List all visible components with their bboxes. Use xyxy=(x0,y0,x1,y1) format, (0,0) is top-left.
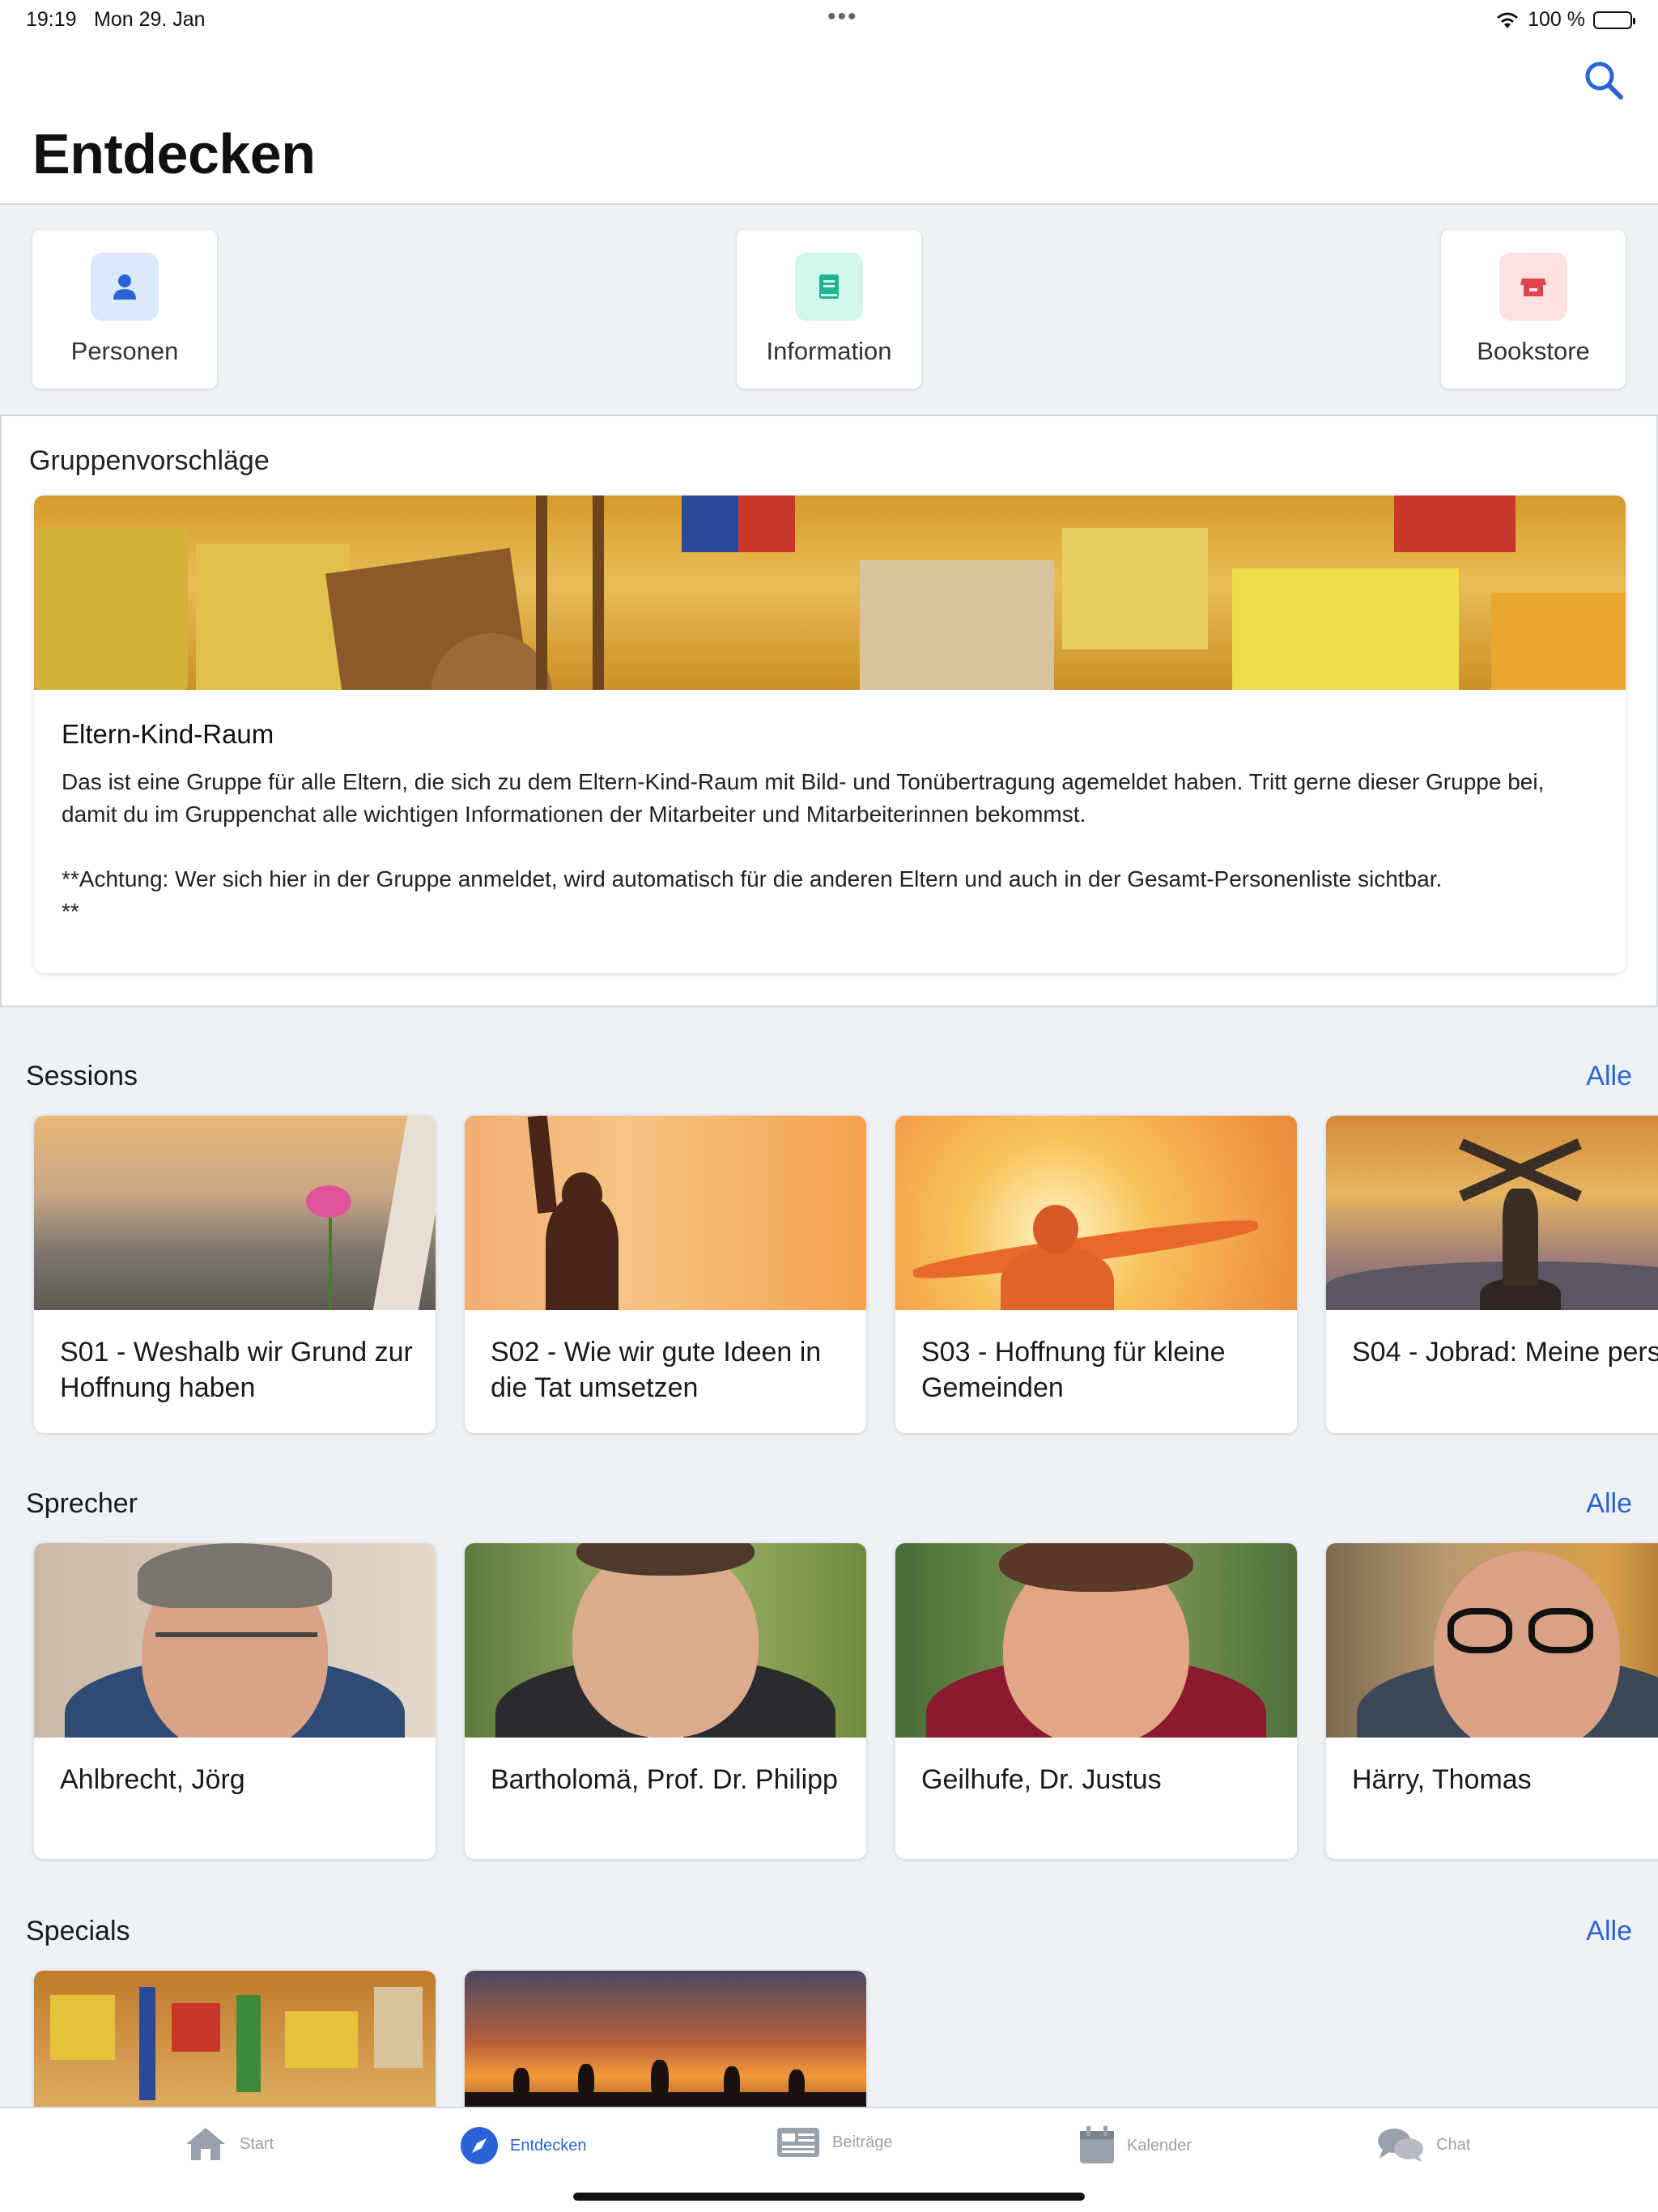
session-card[interactable]: S02 - Wie wir gute Ideen in die Tat umse… xyxy=(465,1116,866,1433)
speaker-card[interactable]: Bartholomä, Prof. Dr. Philipp xyxy=(465,1543,866,1859)
chat-bubbles-icon xyxy=(1378,2129,1423,2162)
tab-label: Kalender xyxy=(1127,2136,1192,2155)
wifi-icon xyxy=(1497,12,1519,28)
home-indicator[interactable] xyxy=(573,2193,1085,2201)
battery-percentage: 100 % xyxy=(1528,8,1585,31)
speaker-name: Ahlbrecht, Jörg xyxy=(60,1764,245,1795)
sessions-heading: Sessions xyxy=(26,1061,138,1091)
status-date: Mon 29. Jan xyxy=(94,8,206,31)
group-card[interactable]: Eltern-Kind-Raum Das ist eine Gruppe für… xyxy=(34,496,1626,973)
speaker-card[interactable]: Ahlbrecht, Jörg xyxy=(34,1543,436,1859)
compass-icon xyxy=(461,2127,498,2164)
section-heading: Gruppenvorschläge xyxy=(29,445,270,476)
tile-bookstore[interactable]: Bookstore xyxy=(1441,230,1626,389)
session-card[interactable]: S04 - Jobrad: Meine persönliche Hoffnung… xyxy=(1326,1116,1658,1433)
tab-entdecken[interactable]: Entdecken xyxy=(460,2126,587,2165)
speaker-card[interactable]: Härry, Thomas xyxy=(1326,1543,1658,1859)
tab-beitraege[interactable]: Beiträge xyxy=(776,2126,893,2159)
group-suggestions-section: Gruppenvorschläge Eltern-Kind-Raum Das i… xyxy=(0,415,1658,1007)
session-title: S04 - Jobrad: Meine persönliche Hoffnung… xyxy=(1352,1337,1658,1368)
calendar-icon xyxy=(1080,2126,1114,2163)
tile-information[interactable]: Information xyxy=(737,230,921,389)
speakers-heading: Sprecher xyxy=(26,1488,138,1519)
news-icon xyxy=(777,2128,819,2157)
tab-chat[interactable]: Chat xyxy=(1376,2126,1470,2163)
group-title: Eltern-Kind-Raum xyxy=(62,719,274,749)
speaker-name: Geilhufe, Dr. Justus xyxy=(921,1764,1162,1795)
session-title: S01 - Weshalb wir Grund zur Hoffnung hab… xyxy=(60,1337,413,1403)
home-icon xyxy=(186,2128,225,2160)
book-icon xyxy=(795,253,863,321)
session-card[interactable]: S01 - Weshalb wir Grund zur Hoffnung hab… xyxy=(34,1116,436,1433)
tab-label: Entdecken xyxy=(510,2136,587,2155)
session-image xyxy=(34,1116,436,1310)
speakers-all-link[interactable]: Alle xyxy=(1586,1488,1632,1520)
multitasking-dots-icon[interactable]: ••• xyxy=(827,3,858,31)
speaker-photo xyxy=(895,1543,1297,1738)
session-title: S02 - Wie wir gute Ideen in die Tat umse… xyxy=(491,1337,822,1403)
tile-personen[interactable]: Personen xyxy=(32,230,217,389)
session-title: S03 - Hoffnung für kleine Gemeinden xyxy=(921,1337,1226,1403)
speaker-photo xyxy=(465,1543,866,1738)
session-card[interactable]: S03 - Hoffnung für kleine Gemeinden xyxy=(895,1116,1297,1433)
specials-heading: Specials xyxy=(26,1916,130,1946)
tab-label: Beiträge xyxy=(832,2133,893,2151)
tile-label: Information xyxy=(766,337,892,365)
status-time: 19:19 xyxy=(26,8,77,31)
tab-start[interactable]: Start xyxy=(183,2126,274,2162)
tab-label: Chat xyxy=(1436,2135,1471,2154)
status-bar: 19:19 Mon 29. Jan ••• 100 % xyxy=(26,3,1635,40)
tile-label: Bookstore xyxy=(1477,337,1590,365)
search-icon[interactable] xyxy=(1582,58,1626,102)
session-image xyxy=(895,1116,1297,1310)
speaker-card[interactable]: Geilhufe, Dr. Justus xyxy=(895,1543,1297,1859)
specials-all-link[interactable]: Alle xyxy=(1586,1916,1632,1947)
session-image xyxy=(465,1116,866,1310)
sessions-all-link[interactable]: Alle xyxy=(1586,1061,1632,1092)
speaker-name: Bartholomä, Prof. Dr. Philipp xyxy=(491,1764,838,1795)
speaker-photo xyxy=(34,1543,436,1738)
tab-label: Start xyxy=(240,2134,274,2153)
tile-label: Personen xyxy=(70,337,179,365)
speaker-name: Härry, Thomas xyxy=(1352,1764,1532,1795)
group-description: Das ist eine Gruppe für alle Eltern, die… xyxy=(62,769,1545,924)
header: 19:19 Mon 29. Jan ••• 100 % Entdecken xyxy=(0,0,1658,205)
speaker-photo xyxy=(1326,1543,1658,1738)
person-icon xyxy=(91,253,159,321)
session-image xyxy=(1326,1116,1658,1310)
store-icon xyxy=(1499,253,1567,321)
battery-icon xyxy=(1593,11,1635,29)
tab-kalender[interactable]: Kalender xyxy=(1078,2126,1192,2165)
group-image xyxy=(34,496,1626,690)
page-title: Entdecken xyxy=(32,122,316,185)
